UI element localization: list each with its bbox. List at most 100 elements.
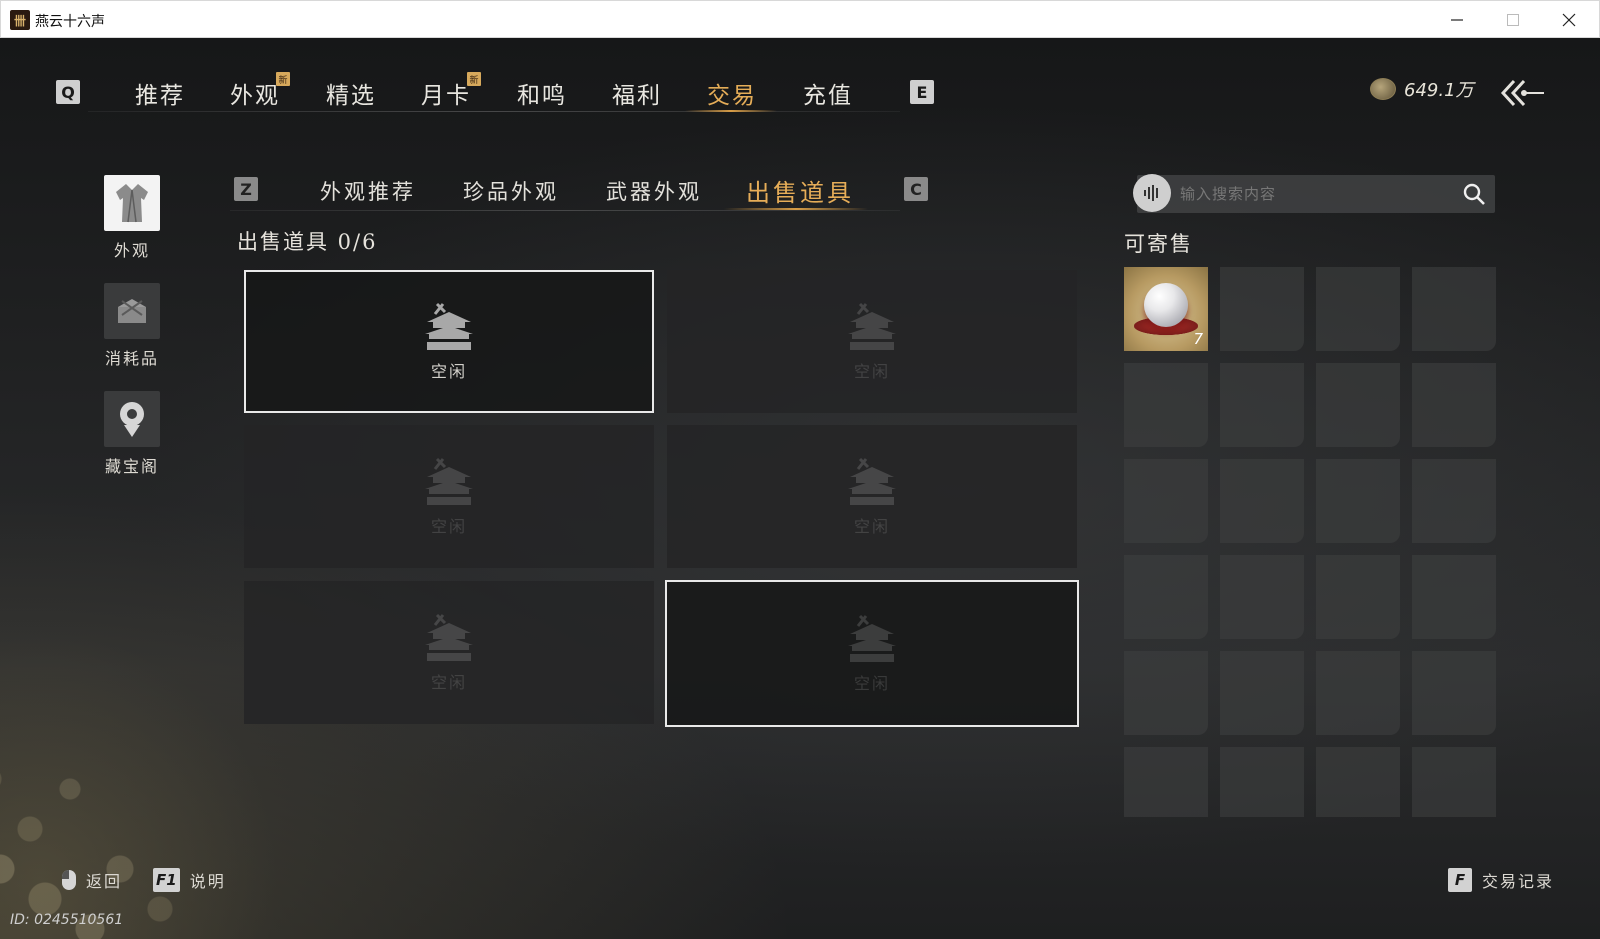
sub-nav-divider: [230, 210, 900, 211]
help-key: F1: [153, 868, 180, 892]
sidebar-item-label: 消耗品: [104, 349, 159, 368]
slot-status: 空闲: [853, 361, 890, 381]
subtab-weapon-appearance[interactable]: 武器外观: [606, 176, 702, 206]
tab-monthly-card[interactable]: 月卡: [421, 76, 471, 110]
sidebar-item-appearance[interactable]: 外观: [104, 175, 160, 261]
inventory-cell-empty[interactable]: [1412, 459, 1496, 543]
item-count: 7: [1193, 330, 1203, 348]
inventory-cell-empty[interactable]: [1220, 651, 1304, 735]
slot-status: 空闲: [430, 516, 467, 536]
new-badge: 新: [276, 72, 290, 86]
inventory-cell-empty[interactable]: [1316, 363, 1400, 447]
pavilion-icon: [848, 457, 896, 505]
coins-decoration: [0, 629, 280, 939]
pavilion-icon: [425, 457, 473, 505]
inventory-cell-empty[interactable]: [1220, 363, 1304, 447]
inventory-cell-empty[interactable]: [1412, 651, 1496, 735]
top-nav-divider: [88, 111, 900, 112]
inventory-cell-empty[interactable]: [1412, 363, 1496, 447]
back-label: 返回: [86, 872, 123, 891]
tab-trade-underline: [685, 110, 777, 112]
inventory-cell-empty[interactable]: [1124, 459, 1208, 543]
package-icon: [104, 283, 160, 339]
inventory-cell-empty[interactable]: [1412, 747, 1496, 817]
voice-icon[interactable]: [1133, 174, 1171, 212]
window-title: 燕云十六声: [35, 14, 105, 30]
currency-value: 649.1万: [1404, 80, 1474, 101]
pavilion-icon: [848, 614, 896, 662]
close-icon[interactable]: [1541, 1, 1597, 39]
subtab-sell-items[interactable]: 出售道具: [746, 173, 854, 208]
tab-recharge[interactable]: 充值: [803, 76, 853, 110]
next-subtab-key[interactable]: C: [904, 177, 928, 201]
app-logo-icon: 卌: [10, 10, 30, 30]
slot-status: 空闲: [853, 516, 890, 536]
help-hint[interactable]: F1 说明: [153, 868, 226, 892]
new-badge: 新: [467, 72, 481, 86]
tab-trade[interactable]: 交易: [707, 76, 757, 110]
sell-section-title: 出售道具 0/6: [237, 230, 378, 254]
back-hint[interactable]: 返回: [62, 868, 122, 892]
inventory-cell-empty[interactable]: [1220, 747, 1304, 817]
tab-appearance[interactable]: 外观: [230, 76, 280, 110]
sidebar-item-label: 藏宝阁: [104, 457, 159, 476]
search-input[interactable]: [1180, 175, 1460, 213]
inventory-cell-empty[interactable]: [1316, 459, 1400, 543]
inventory-cell-empty[interactable]: [1316, 555, 1400, 639]
prev-tab-key[interactable]: Q: [56, 80, 80, 104]
inventory-cell-empty[interactable]: [1124, 555, 1208, 639]
search-icon[interactable]: [1462, 182, 1486, 206]
inventory-cell-empty[interactable]: [1316, 651, 1400, 735]
inventory-cell-empty[interactable]: [1124, 651, 1208, 735]
inventory-cell-empty[interactable]: [1124, 747, 1208, 817]
inventory-cell-empty[interactable]: [1316, 747, 1400, 817]
subtab-rare-appearance[interactable]: 珍品外观: [463, 176, 559, 206]
window-titlebar: 卌 燕云十六声: [0, 0, 1600, 38]
records-key: F: [1448, 868, 1472, 892]
inventory-cell-empty[interactable]: [1124, 363, 1208, 447]
inventory-cell-empty[interactable]: [1316, 267, 1400, 351]
treasure-icon: [104, 391, 160, 447]
subtab-appearance-recommend[interactable]: 外观推荐: [320, 176, 416, 206]
inventory-cell-empty[interactable]: [1412, 267, 1496, 351]
coin-pouch-icon: [1370, 78, 1396, 100]
tab-featured[interactable]: 精选: [326, 76, 376, 110]
tab-harmony[interactable]: 和鸣: [517, 76, 567, 110]
user-id: ID: 0245510561: [10, 912, 124, 928]
inventory-cell-empty[interactable]: [1220, 459, 1304, 543]
pavilion-icon: [425, 302, 473, 350]
maximize-icon[interactable]: [1485, 1, 1541, 39]
back-arrow-icon[interactable]: [1500, 78, 1546, 108]
sell-slot[interactable]: 空闲: [244, 581, 654, 724]
tab-recommend[interactable]: 推荐: [135, 76, 185, 110]
inventory-item-pearl[interactable]: 7: [1124, 267, 1208, 351]
currency-display: 649.1万: [1370, 76, 1474, 102]
next-tab-key[interactable]: E: [910, 80, 934, 104]
prev-subtab-key[interactable]: Z: [234, 177, 258, 201]
pavilion-icon: [425, 613, 473, 661]
slot-status: 空闲: [430, 361, 467, 381]
slot-status: 空闲: [853, 673, 890, 693]
mouse-icon: [62, 870, 76, 890]
tab-welfare[interactable]: 福利: [612, 76, 662, 110]
sell-slot[interactable]: 空闲: [667, 425, 1077, 568]
pearl-icon: [1144, 283, 1188, 327]
sell-slot[interactable]: 空闲: [667, 270, 1077, 413]
help-label: 说明: [189, 872, 226, 891]
sell-slot[interactable]: 空闲: [244, 425, 654, 568]
sell-slot[interactable]: 空闲: [244, 270, 654, 413]
sell-slot[interactable]: 空闲: [665, 580, 1079, 727]
sidebar-item-consumables[interactable]: 消耗品: [104, 283, 160, 369]
records-label: 交易记录: [1482, 872, 1555, 891]
inventory-cell-empty[interactable]: [1220, 267, 1304, 351]
subtab-sell-underline: [724, 208, 868, 210]
sidebar-item-label: 外观: [113, 241, 150, 260]
slot-status: 空闲: [430, 672, 467, 692]
minimize-icon[interactable]: [1429, 1, 1485, 39]
sidebar-item-treasure[interactable]: 藏宝阁: [104, 391, 160, 477]
trade-records-hint[interactable]: F 交易记录: [1448, 868, 1554, 892]
consign-title: 可寄售: [1124, 232, 1193, 256]
pavilion-icon: [848, 302, 896, 350]
inventory-cell-empty[interactable]: [1220, 555, 1304, 639]
inventory-cell-empty[interactable]: [1412, 555, 1496, 639]
